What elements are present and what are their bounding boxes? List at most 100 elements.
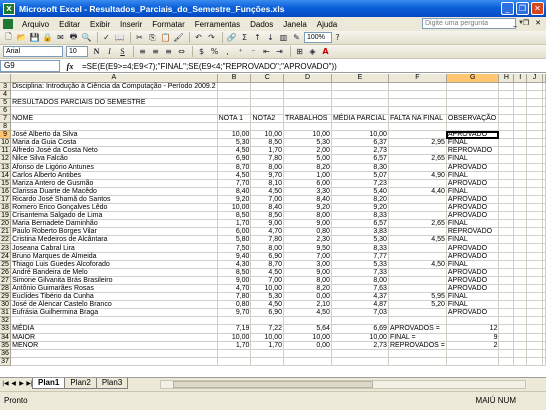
menu-ajuda[interactable]: Ajuda (312, 20, 342, 29)
cell-h23[interactable] (498, 243, 515, 253)
cell-h4[interactable] (498, 90, 515, 99)
decrease-indent-icon[interactable]: ⇤ (261, 46, 272, 57)
cell-a4[interactable] (10, 90, 218, 99)
tab-plan1[interactable]: Plan1 (32, 378, 66, 389)
cell-c35[interactable]: 1,70 (250, 341, 285, 350)
column-header-g[interactable]: G (446, 74, 500, 83)
select-all-corner[interactable] (0, 74, 12, 83)
cell-j36[interactable] (526, 349, 543, 358)
row-header[interactable]: 6 (0, 106, 12, 115)
cell-b17[interactable]: 9,20 (217, 195, 252, 205)
cell-h20[interactable] (498, 219, 515, 229)
cell-d3[interactable] (283, 82, 332, 91)
cell-i11[interactable] (513, 146, 527, 156)
cell-h12[interactable] (498, 154, 515, 164)
next-sheet-icon[interactable]: ▶ (18, 380, 25, 387)
cell-i24[interactable] (513, 252, 527, 261)
hyperlink-icon[interactable]: 🔗 (226, 32, 237, 43)
cell-i3[interactable] (513, 82, 527, 91)
cell-g31[interactable]: APROVADO (446, 308, 500, 318)
cell-i12[interactable] (513, 154, 527, 164)
cell-a29[interactable]: Euclides Tibério da Cunha (10, 292, 218, 302)
cell-i8[interactable] (513, 122, 527, 132)
cell-j29[interactable] (526, 292, 543, 302)
cell-j11[interactable] (526, 146, 543, 156)
cell-blank[interactable] (542, 276, 546, 285)
cell-f14[interactable]: 4,90 (388, 171, 447, 180)
cell-j26[interactable] (526, 268, 543, 277)
cell-g25[interactable]: FINAL (446, 260, 500, 269)
cell-g11[interactable]: REPROVADO (446, 146, 500, 156)
cell-c25[interactable]: 8,70 (250, 260, 285, 269)
cell-d18[interactable]: 9,20 (283, 203, 332, 213)
cell-c17[interactable]: 7,00 (250, 195, 285, 205)
cell-j30[interactable] (526, 300, 543, 310)
cell-i37[interactable] (513, 357, 527, 366)
cell-i4[interactable] (513, 90, 527, 99)
cell-b16[interactable]: 8,40 (217, 187, 252, 196)
row-header[interactable]: 18 (0, 203, 12, 213)
merge-center-icon[interactable]: ⇔ (176, 46, 187, 57)
print-preview-icon[interactable]: 🔍 (81, 32, 92, 43)
cell-a34[interactable]: MAIOR (10, 333, 218, 342)
row-header[interactable]: 9 (0, 130, 12, 140)
cell-c3[interactable] (250, 82, 285, 91)
cell-a35[interactable]: MENOR (10, 341, 218, 350)
cell-j3[interactable] (526, 82, 543, 91)
cell-f31[interactable] (388, 308, 447, 318)
cell-j18[interactable] (526, 203, 543, 213)
cell-h15[interactable] (498, 179, 515, 188)
cell-f11[interactable] (388, 146, 447, 156)
cell-d27[interactable]: 8,00 (283, 276, 332, 285)
cell-d15[interactable]: 6,00 (283, 179, 332, 188)
cell-e4[interactable] (331, 90, 389, 99)
cell-i34[interactable] (513, 333, 527, 342)
cell-j27[interactable] (526, 276, 543, 285)
cell-e18[interactable]: 9,20 (331, 203, 389, 213)
row-header[interactable]: 23 (0, 243, 12, 253)
cell-c32[interactable] (250, 316, 285, 326)
copy-icon[interactable]: ⎘ (147, 32, 158, 43)
cell-b20[interactable]: 1,70 (217, 219, 252, 229)
decrease-decimal-icon[interactable]: ⁻ (248, 46, 259, 57)
permission-icon[interactable]: 🔒 (42, 32, 53, 43)
restore-button[interactable]: ❐ (516, 2, 529, 15)
name-box[interactable]: G9 (0, 60, 60, 72)
cell-i22[interactable] (513, 235, 527, 245)
cell-a10[interactable]: Maria da Guia Costa (10, 138, 218, 148)
cell-b14[interactable]: 4,50 (217, 171, 252, 180)
cell-b12[interactable]: 6,90 (217, 154, 252, 164)
cell-d8[interactable] (283, 122, 332, 132)
cell-j12[interactable] (526, 154, 543, 164)
cell-c10[interactable]: 8,50 (250, 138, 285, 148)
cell-a23[interactable]: Joseana Cabral Lira (10, 243, 218, 253)
cell-j9[interactable] (526, 130, 543, 140)
cell-c7[interactable]: NOTA2 (250, 114, 285, 124)
cell-blank[interactable] (542, 195, 546, 205)
row-header[interactable]: 28 (0, 284, 12, 294)
cell-i23[interactable] (513, 243, 527, 253)
cell-blank[interactable] (542, 308, 546, 318)
row-header[interactable]: 20 (0, 219, 12, 229)
column-header-i[interactable]: I (513, 74, 527, 83)
autosum-icon[interactable]: Σ (239, 32, 250, 43)
cell-c29[interactable]: 5,30 (250, 292, 285, 302)
cell-blank[interactable] (542, 114, 546, 124)
cell-g30[interactable]: FINAL (446, 300, 500, 310)
cell-e5[interactable] (331, 98, 389, 107)
cell-j13[interactable] (526, 163, 543, 172)
cell-f21[interactable] (388, 227, 447, 237)
cell-b22[interactable]: 5,80 (217, 235, 252, 245)
prev-sheet-icon[interactable]: ◀ (10, 380, 17, 387)
workbook-window-controls[interactable]: _ ❐ ✕ (513, 19, 543, 27)
row-header[interactable]: 37 (0, 357, 12, 366)
cell-i21[interactable] (513, 227, 527, 237)
undo-icon[interactable]: ↶ (193, 32, 204, 43)
cell-i18[interactable] (513, 203, 527, 213)
tab-plan2[interactable]: Plan2 (64, 378, 97, 389)
menu-inserir[interactable]: Inserir (115, 20, 147, 29)
menu-ferramentas[interactable]: Ferramentas (190, 20, 245, 29)
row-header[interactable]: 34 (0, 333, 12, 342)
cell-b27[interactable]: 9,00 (217, 276, 252, 285)
cell-b3[interactable] (217, 82, 252, 91)
